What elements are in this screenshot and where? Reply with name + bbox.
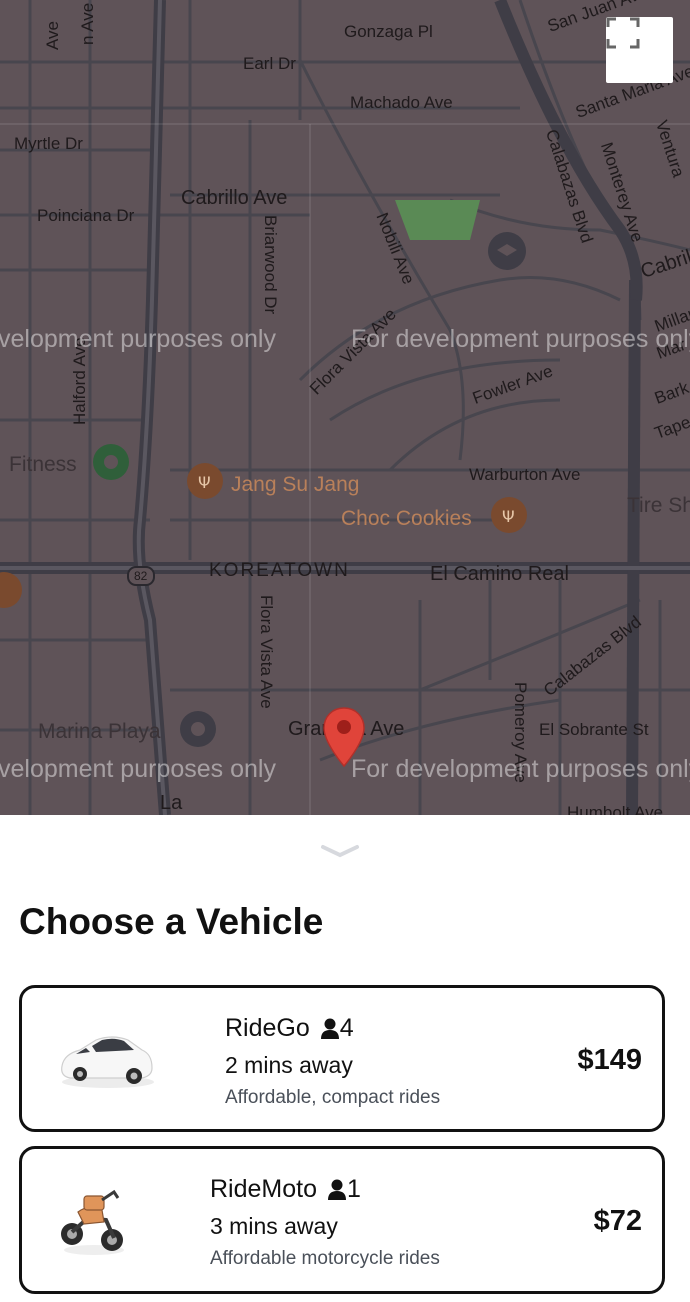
road-label: Myrtle Dr [14,134,83,153]
vehicle-sheet: Choose a Vehicle RideGo 4 2 mins away Af… [0,815,690,1302]
watermark: For development purposes only [351,325,690,353]
seat-capacity: 1 [327,1175,361,1204]
vehicle-price: $149 [577,1044,642,1076]
vehicle-card-ridemoto[interactable]: RideMoto 1 3 mins away Affordable motorc… [19,1146,665,1294]
watermark: velopment purposes only [0,755,276,783]
fullscreen-icon [606,17,640,49]
vehicle-eta: 3 mins away [210,1213,338,1239]
watermark: velopment purposes only [0,325,276,353]
vehicle-card-ridego[interactable]: RideGo 4 2 mins away Affordable, compact… [19,985,665,1132]
motorcycle-image [58,1182,128,1262]
vehicle-description: Affordable, compact rides [225,1087,441,1108]
restaurant-pin-icon-2: Ψ [491,497,527,533]
person-icon [328,1179,346,1200]
seat-count: 1 [347,1175,361,1203]
poi-label-fitness: Fitness [9,453,77,476]
watermark: For development purposes only [351,755,690,783]
road-label: n Ave [78,2,97,45]
vehicle-name-row: RideGo 4 [225,1014,354,1043]
svg-text:Ψ: Ψ [502,507,515,526]
vehicle-name: RideGo [225,1014,310,1042]
road-label: Poinciana Dr [37,206,135,225]
poi-label-marina-playa: Marina Playa [38,720,161,743]
highway-shield-label: 82 [134,569,148,583]
road-label: Ave [43,21,62,50]
school-icon [488,232,526,270]
road-label: KOREATOWN [209,560,350,581]
vehicle-price: $72 [593,1205,642,1237]
poi-label-jang-su-jang: Jang Su Jang [231,473,360,496]
road-label: Briarwood Dr [261,215,280,315]
vehicle-eta: 2 mins away [225,1052,353,1078]
car-image [56,1028,156,1097]
map-view[interactable]: Ψ Ψ Gonzaga Pl Earl Dr Machado Ave San J… [0,0,690,815]
sheet-title: Choose a Vehicle [19,901,324,942]
sheet-handle[interactable] [320,843,360,864]
seat-capacity: 4 [320,1014,354,1043]
poi-label-choc-cookies: Choc Cookies [341,507,472,530]
road-label: El Sobrante St [539,720,649,739]
road-label: Gonzaga Pl [344,22,433,41]
vehicle-name-row: RideMoto 1 [210,1175,361,1204]
vehicle-description: Affordable motorcycle rides [210,1248,440,1269]
vehicle-name: RideMoto [210,1175,317,1203]
road-label: Cabrillo Ave [181,187,288,209]
map-roads: Ψ Ψ [0,0,690,815]
road-label: Machado Ave [350,93,453,112]
restaurant-pin-icon-3 [0,572,22,608]
road-label: Humbolt Ave [567,803,664,815]
place-pin-icon [180,711,216,747]
restaurant-pin-icon: Ψ [187,463,223,499]
seat-count: 4 [339,1014,354,1042]
road-label: Earl Dr [243,54,296,73]
road-label: Flora Vista Ave [257,595,276,709]
fitness-pin-icon [93,444,129,480]
road-label: El Camino Real [430,563,569,585]
fullscreen-button[interactable] [606,17,673,83]
road-label: La [160,792,183,814]
person-icon [320,1018,339,1039]
svg-text:Ψ: Ψ [198,473,211,492]
road-label: Warburton Ave [469,465,581,484]
poi-label-tire-shop: Tire Sh [627,494,690,517]
chevron-down-icon [321,845,359,858]
